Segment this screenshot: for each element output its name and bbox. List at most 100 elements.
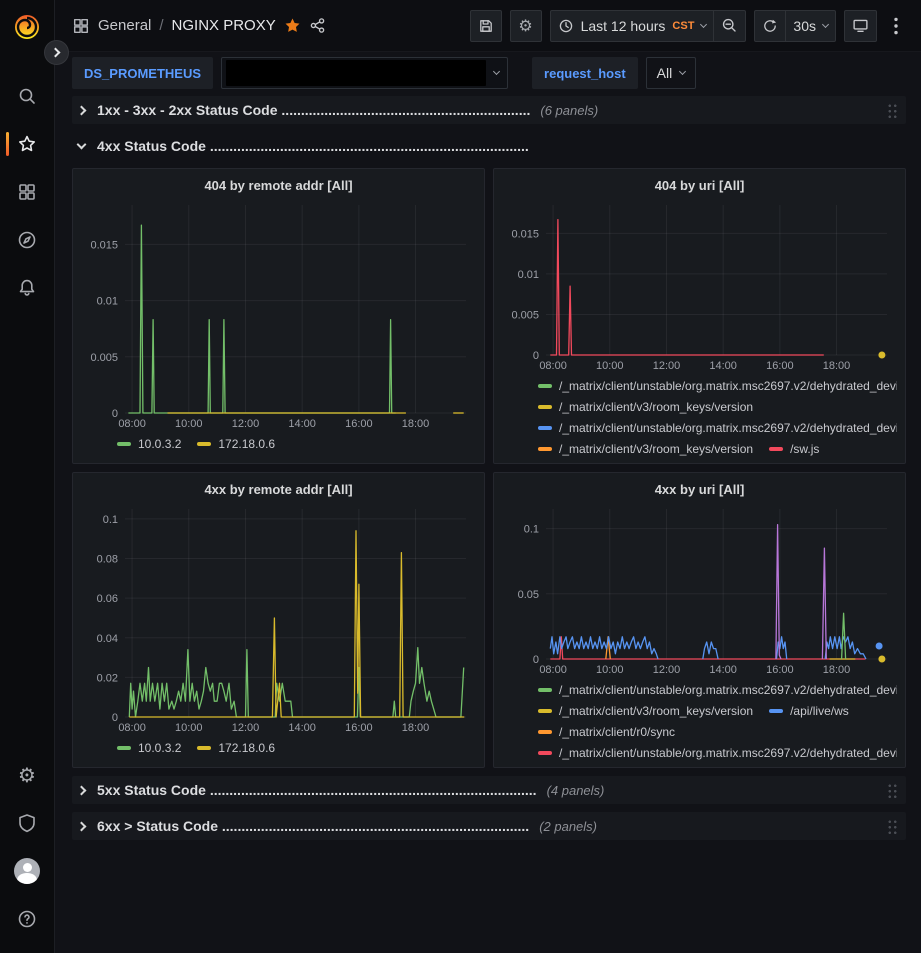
panel-title[interactable]: 404 by remote addr [All] [81,173,476,197]
legend-item[interactable]: /_matrix/client/unstable/org.matrix.msc2… [538,679,897,700]
redacted-value [226,60,486,86]
refresh-icon [762,18,778,34]
more-options-button[interactable] [885,10,907,42]
sidebar-item-dashboards[interactable] [0,168,55,216]
dashboard-title[interactable]: NGINX PROXY [172,17,276,34]
row-4xx[interactable]: 4xx Status Code ........................… [72,132,906,160]
row-1xx-3xx-2xx[interactable]: 1xx - 3xx - 2xx Status Code ............… [72,96,906,124]
svg-text:0: 0 [112,712,118,724]
svg-text:18:00: 18:00 [402,418,430,430]
sidebar-item-explore[interactable] [0,216,55,264]
panel-4xx-by-remote-addr: 4xx by remote addr [All] 08:0010:0012:00… [72,472,485,768]
chart-svg: 08:0010:0012:0014:0016:0018:0000.050.1 [502,501,897,677]
share-icon[interactable] [309,17,326,34]
zoom-out-icon [721,17,738,34]
svg-text:10:00: 10:00 [596,360,624,372]
legend-item[interactable]: /sw.js [769,438,819,457]
legend-item[interactable]: 172.18.0.6 [197,737,275,758]
chart-svg: 08:0010:0012:0014:0016:0018:0000.0050.01… [81,197,476,431]
legend-item[interactable]: 10.0.3.2 [117,433,181,454]
legend-item[interactable]: /_matrix/client/v3/room_keys/version [538,438,753,457]
chevron-right-icon [77,785,87,795]
drag-handle[interactable] [887,783,898,798]
refresh-group: 30s [754,10,836,42]
variable-value-ds-prometheus[interactable] [221,57,508,89]
breadcrumb-section[interactable]: General [98,17,151,34]
svg-text:14:00: 14:00 [709,664,737,676]
legend-item[interactable]: /_matrix/client/r0/sync [538,721,675,742]
svg-text:12:00: 12:00 [232,418,260,430]
svg-text:10:00: 10:00 [175,418,203,430]
sidebar-expand-button[interactable] [44,40,69,65]
timeseries-chart[interactable]: 08:0010:0012:0014:0016:0018:0000.020.040… [81,501,476,735]
svg-text:12:00: 12:00 [232,722,260,734]
svg-text:0.05: 0.05 [518,589,539,601]
grafana-logo[interactable] [10,10,44,44]
nav-actions: ⚙ Last 12 hours CST [470,10,907,42]
star-filled-icon[interactable] [284,17,301,34]
legend-item[interactable]: /_matrix/client/v3/room_keys/version [538,396,753,417]
legend-label: /api/live/ws [790,704,849,718]
sidebar-item-server-admin[interactable] [0,799,55,847]
sidebar-item-help[interactable] [0,895,55,943]
svg-text:08:00: 08:00 [539,664,567,676]
row-6xx[interactable]: 6xx > Status Code ......................… [72,812,906,840]
legend-label: 172.18.0.6 [218,741,275,755]
zoom-out-time-button[interactable] [714,10,746,42]
sidebar-item-alerting[interactable] [0,264,55,312]
sidebar-item-starred[interactable] [0,120,55,168]
sidebar-item-configuration[interactable]: ⚙ [0,751,55,799]
variables-bar: DS_PROMETHEUS request_host All [55,52,921,94]
sidebar: ⚙ [0,0,55,953]
svg-text:0.08: 0.08 [97,554,118,566]
legend-item[interactable]: /_matrix/client/unstable/org.matrix.msc2… [538,742,897,761]
gear-icon: ⚙ [518,18,532,34]
chevron-right-icon [77,105,87,115]
monitor-icon [852,17,869,34]
legend-item[interactable]: /_matrix/client/unstable/org.matrix.msc2… [538,417,897,438]
compass-icon [17,230,37,250]
chevron-right-icon [77,821,87,831]
legend-item[interactable]: 172.18.0.6 [197,433,275,454]
svg-text:0: 0 [533,654,539,666]
legend-item[interactable]: /_matrix/client/v3/room_keys/version [538,700,753,721]
timeseries-chart[interactable]: 08:0010:0012:0014:0016:0018:0000.0050.01… [81,197,476,431]
legend-item[interactable]: /_matrix/client/unstable/org.matrix.msc2… [538,375,897,396]
svg-text:14:00: 14:00 [709,360,737,372]
dashboard-settings-button[interactable]: ⚙ [510,10,542,42]
svg-text:18:00: 18:00 [823,664,851,676]
variable-value-request-host[interactable]: All [646,57,697,89]
panel-404-by-remote-addr: 404 by remote addr [All] 08:0010:0012:00… [72,168,485,464]
svg-text:0.005: 0.005 [511,309,539,321]
svg-text:18:00: 18:00 [402,722,430,734]
panel-title[interactable]: 4xx by remote addr [All] [81,477,476,501]
svg-text:0.015: 0.015 [511,228,539,240]
grid-icon [72,17,90,35]
svg-text:0.06: 0.06 [97,593,118,605]
legend-item[interactable]: /api/live/ws [769,700,849,721]
timeseries-chart[interactable]: 08:0010:0012:0014:0016:0018:0000.050.1 [502,501,897,677]
legend-swatch [769,709,783,713]
panel-title[interactable]: 404 by uri [All] [502,173,897,197]
save-dashboard-button[interactable] [470,10,502,42]
svg-text:0.02: 0.02 [97,672,118,684]
legend-swatch [197,442,211,446]
sidebar-item-search[interactable] [0,72,55,120]
panel-title[interactable]: 4xx by uri [All] [502,477,897,501]
drag-handle[interactable] [887,103,898,118]
sidebar-item-profile[interactable] [0,847,55,895]
refresh-button[interactable] [754,10,786,42]
drag-handle[interactable] [887,819,898,834]
legend-swatch [538,751,552,755]
refresh-interval-dropdown[interactable]: 30s [786,10,836,42]
chevron-down-icon [77,139,87,149]
timeseries-chart[interactable]: 08:0010:0012:0014:0016:0018:0000.0050.01… [502,197,897,373]
time-picker-button[interactable]: Last 12 hours CST [550,10,715,42]
tv-mode-button[interactable] [844,10,877,42]
avatar [14,858,40,884]
top-navbar: General / NGINX PROXY ⚙ Last 12 hours [55,0,921,52]
legend-swatch [538,384,552,388]
row-5xx[interactable]: 5xx Status Code ........................… [72,776,906,804]
legend-label: /_matrix/client/unstable/org.matrix.msc2… [559,379,897,393]
legend-item[interactable]: 10.0.3.2 [117,737,181,758]
